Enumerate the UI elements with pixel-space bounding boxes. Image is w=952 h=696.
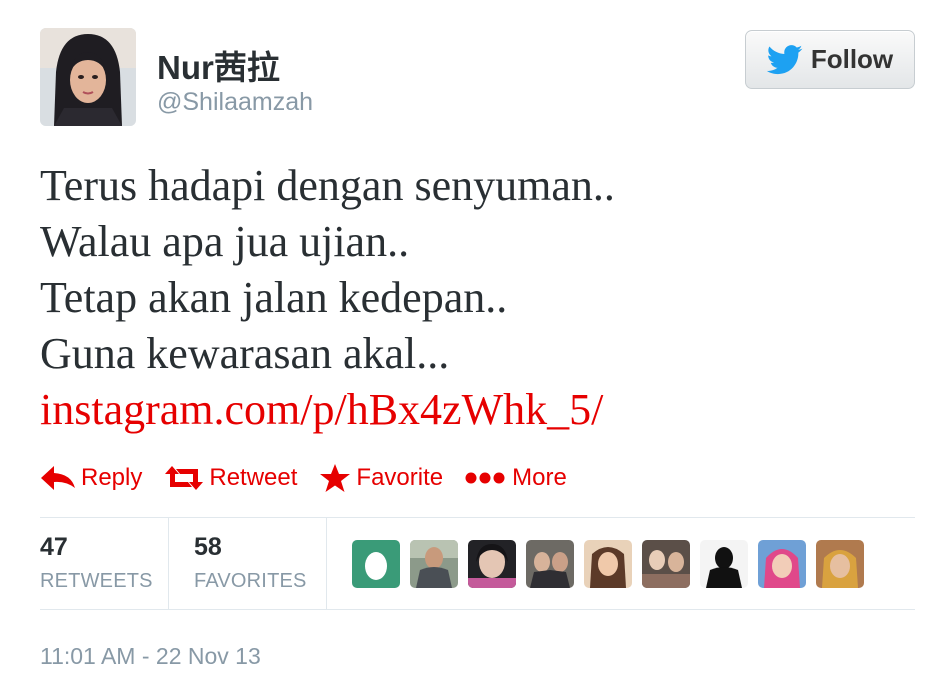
retweet-label: Retweet [209, 464, 298, 491]
more-dots-icon [465, 472, 505, 484]
user-photo-icon [410, 540, 458, 588]
favoriter-avatar[interactable] [758, 540, 806, 588]
user-handle[interactable]: @Shilaamzah [157, 88, 313, 117]
user-photo-icon [468, 540, 516, 588]
tweet-stats: 47 RETWEETS 58 FAVORITES [40, 518, 915, 609]
stat-divider [326, 518, 327, 609]
star-icon [320, 464, 351, 492]
reply-label: Reply [81, 464, 143, 491]
divider [40, 609, 915, 610]
follow-button[interactable]: Follow [745, 30, 915, 89]
tweet-timestamp[interactable]: 11:01 AM - 22 Nov 13 [40, 643, 261, 670]
tweet-line: Terus hadapi dengan senyuman.. [40, 161, 615, 210]
retweets-count: 47 [40, 533, 68, 561]
default-egg-avatar-icon [352, 540, 400, 588]
reply-button[interactable]: Reply [40, 464, 142, 492]
favoriter-avatar[interactable] [642, 540, 690, 588]
favoriter-avatar[interactable] [468, 540, 516, 588]
tweet-line: Guna kewarasan akal... [40, 329, 450, 378]
stat-divider [168, 518, 169, 609]
favorite-button[interactable]: Favorite [319, 463, 443, 493]
favorite-label: Favorite [356, 464, 444, 491]
tweet-actions: Reply Retweet Favorite More [40, 461, 589, 495]
favoriter-avatars [352, 540, 874, 588]
favoriter-avatar[interactable] [816, 540, 864, 588]
reply-arrow-icon [41, 466, 75, 490]
favoriter-avatar[interactable] [410, 540, 458, 588]
follow-label: Follow [810, 44, 894, 74]
retweets-stat[interactable]: 47 RETWEETS [40, 518, 168, 609]
twitter-bird-icon [766, 44, 803, 74]
retweets-label: RETWEETS [40, 570, 153, 592]
user-photo-icon [526, 540, 574, 588]
favoriter-avatar[interactable] [352, 540, 400, 588]
profile-photo [40, 28, 136, 126]
user-avatar[interactable] [40, 28, 136, 126]
favorites-label: FAVORITES [194, 570, 307, 592]
favoriter-avatar[interactable] [700, 540, 748, 588]
more-label: More [512, 464, 567, 491]
more-button[interactable]: More [465, 464, 567, 492]
tweet-link[interactable]: instagram.com/p/hBx4zWhk_5/ [40, 385, 603, 434]
user-photo-icon [700, 540, 748, 588]
tweet-text: Terus hadapi dengan senyuman.. Walau apa… [40, 158, 615, 438]
retweet-button[interactable]: Retweet [164, 464, 297, 492]
favorites-stat[interactable]: 58 FAVORITES [194, 518, 326, 609]
display-name[interactable]: Nur茜拉 [157, 41, 280, 89]
favorites-count: 58 [194, 533, 222, 561]
user-photo-icon [758, 540, 806, 588]
favoriter-avatar[interactable] [584, 540, 632, 588]
tweet-line: Tetap akan jalan kedepan.. [40, 273, 508, 322]
user-photo-icon [816, 540, 864, 588]
tweet-line: Walau apa jua ujian.. [40, 217, 410, 266]
retweet-icon [165, 466, 204, 490]
user-photo-icon [642, 540, 690, 588]
user-photo-icon [584, 540, 632, 588]
favoriter-avatar[interactable] [526, 540, 574, 588]
